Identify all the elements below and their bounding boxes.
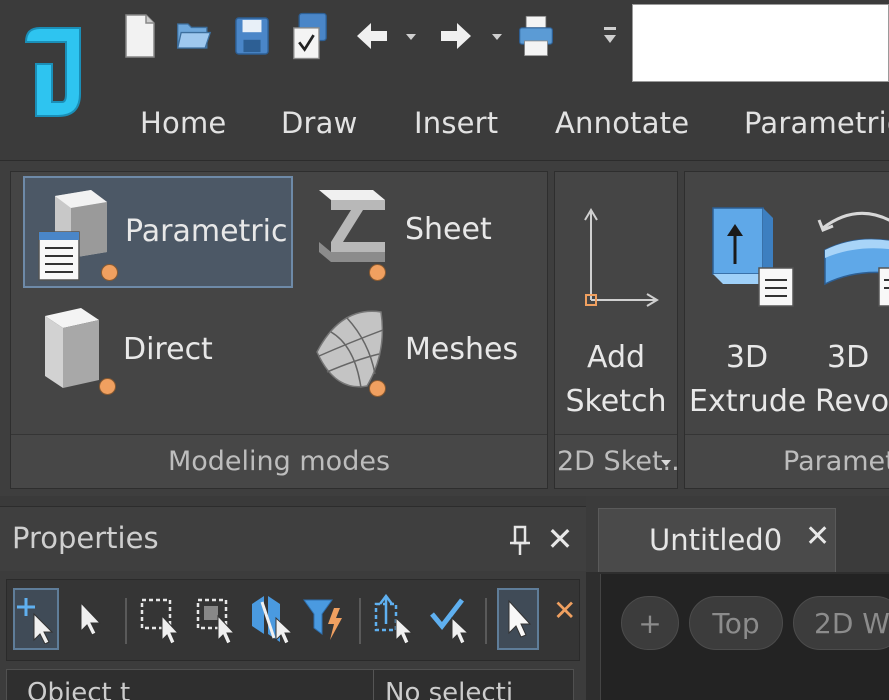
- toolbar-separator: [125, 598, 127, 644]
- ribbon-tab-bar: Home Draw Insert Annotate Parametric: [0, 100, 889, 156]
- quick-select-button[interactable]: [193, 588, 239, 650]
- add-sketch-label-line2: Sketch: [565, 384, 667, 419]
- sketch-panel: Add Sketch 2D Sket...: [554, 171, 678, 489]
- select-objects-button[interactable]: [67, 588, 113, 650]
- parametric-label: Parametric: [125, 214, 288, 249]
- properties-toolbar: ✕: [6, 579, 580, 661]
- modeling-modes-panel-title: Modeling modes: [11, 434, 547, 488]
- visual-style-button[interactable]: 2D Wi: [793, 596, 889, 650]
- add-sketch-axes-icon: [584, 208, 659, 307]
- point-select-button[interactable]: [497, 588, 539, 650]
- direct-label: Direct: [123, 332, 213, 367]
- revolve-3d-button[interactable]: 3D Revolv: [809, 176, 889, 432]
- tab-parametric[interactable]: Parametric: [744, 106, 889, 140]
- customize-icon[interactable]: [600, 8, 620, 64]
- meshes-label: Meshes: [405, 332, 519, 367]
- check-icon: [430, 598, 470, 644]
- toolbar-separator: [359, 598, 361, 644]
- save-as-icon[interactable]: [292, 8, 328, 64]
- sheet-mode-button[interactable]: Sheet: [307, 176, 537, 288]
- tab-home[interactable]: Home: [140, 106, 226, 140]
- open-folder-icon[interactable]: [176, 8, 212, 64]
- revolve-3d-label-line1: 3D: [827, 340, 870, 375]
- toggle-pickadd-button[interactable]: [13, 588, 59, 650]
- cursor-arrow-icon: [508, 599, 532, 638]
- filter-button[interactable]: [301, 588, 347, 650]
- parametric-panel: 3D Extrude 3D Revolv Paramet: [684, 171, 889, 489]
- cursor-arrow-icon: [80, 601, 102, 636]
- confirm-selection-button[interactable]: [427, 588, 473, 650]
- sheet-label: Sheet: [405, 212, 492, 247]
- ribbon: Parametric Sheet Direct Meshes Modeling …: [0, 160, 889, 496]
- document-tab-bar: Untitled0 ✕: [586, 496, 889, 572]
- print-icon[interactable]: [518, 8, 554, 64]
- undo-dropdown-icon[interactable]: [404, 30, 418, 44]
- add-sketch-label-line1: Add: [586, 340, 646, 375]
- parametric-mode-button[interactable]: Parametric: [23, 176, 293, 288]
- search-box[interactable]: [632, 4, 889, 82]
- meshes-status-dot: [369, 380, 386, 397]
- parametric-status-dot: [101, 264, 118, 281]
- select-up-icon: [374, 594, 414, 644]
- parametric-panel-title-text: Paramet: [783, 446, 889, 477]
- viewport-menu-button[interactable]: +: [621, 596, 679, 650]
- column-divider[interactable]: [373, 670, 374, 700]
- view-direction-button[interactable]: Top: [689, 596, 783, 650]
- window-select-button[interactable]: [137, 588, 183, 650]
- pin-icon[interactable]: [506, 523, 534, 557]
- extrude-3d-icon: [712, 207, 794, 307]
- extrude-3d-button[interactable]: 3D Extrude: [689, 176, 807, 432]
- select-similar-icon: [252, 596, 292, 644]
- panel-expand-icon[interactable]: [659, 456, 673, 470]
- redo-dropdown-icon[interactable]: [490, 30, 504, 44]
- document-area: Untitled0 ✕ + Top 2D Wi: [586, 496, 889, 700]
- select-similar-button[interactable]: [247, 588, 293, 650]
- close-tab-icon[interactable]: ✕: [805, 519, 830, 554]
- title-bar: Home Draw Insert Annotate Parametric: [0, 0, 889, 160]
- filter-icon: [303, 599, 342, 640]
- add-sketch-button[interactable]: Add Sketch: [559, 176, 673, 432]
- tab-draw[interactable]: Draw: [281, 106, 358, 140]
- quick-select-icon: [196, 598, 236, 644]
- direct-cube-icon: [45, 308, 99, 388]
- direct-mode-button[interactable]: Direct: [23, 296, 293, 408]
- drawing-viewport[interactable]: + Top 2D Wi: [600, 574, 889, 700]
- save-icon[interactable]: [234, 8, 270, 64]
- meshes-mode-button[interactable]: Meshes: [307, 296, 537, 408]
- properties-header: Properties ✕: [0, 507, 586, 571]
- properties-panel: Properties ✕ ✕ Object t No selecti: [0, 506, 586, 700]
- redo-icon[interactable]: [438, 8, 474, 64]
- modeling-modes-panel: Parametric Sheet Direct Meshes Modeling …: [10, 171, 548, 489]
- column-selection: No selecti: [385, 678, 514, 700]
- revolve-3d-icon: [817, 211, 889, 307]
- extrude-3d-label-line2: Extrude: [689, 384, 807, 419]
- new-file-icon[interactable]: [122, 8, 158, 64]
- select-up-button[interactable]: [371, 588, 417, 650]
- toolbar-separator: [485, 598, 487, 644]
- document-tab-label: Untitled0: [649, 523, 783, 557]
- close-icon[interactable]: ✕: [544, 519, 576, 559]
- clear-selection-icon[interactable]: ✕: [553, 594, 576, 627]
- direct-status-dot: [99, 378, 116, 395]
- pickadd-icon: [17, 598, 54, 644]
- window-select-icon: [140, 598, 180, 644]
- extrude-3d-label-line1: 3D: [725, 340, 769, 375]
- revolve-3d-label-line2: Revolv: [815, 384, 889, 419]
- column-object-type: Object t: [27, 678, 131, 700]
- properties-title: Properties: [12, 521, 159, 555]
- sheet-status-dot: [369, 264, 386, 281]
- undo-icon[interactable]: [354, 8, 390, 64]
- properties-table-header: Object t No selecti: [6, 669, 574, 700]
- document-tab[interactable]: Untitled0 ✕: [598, 508, 836, 572]
- tab-insert[interactable]: Insert: [414, 106, 498, 140]
- parametric-panel-title: Paramet: [685, 434, 889, 488]
- tab-annotate[interactable]: Annotate: [555, 106, 689, 140]
